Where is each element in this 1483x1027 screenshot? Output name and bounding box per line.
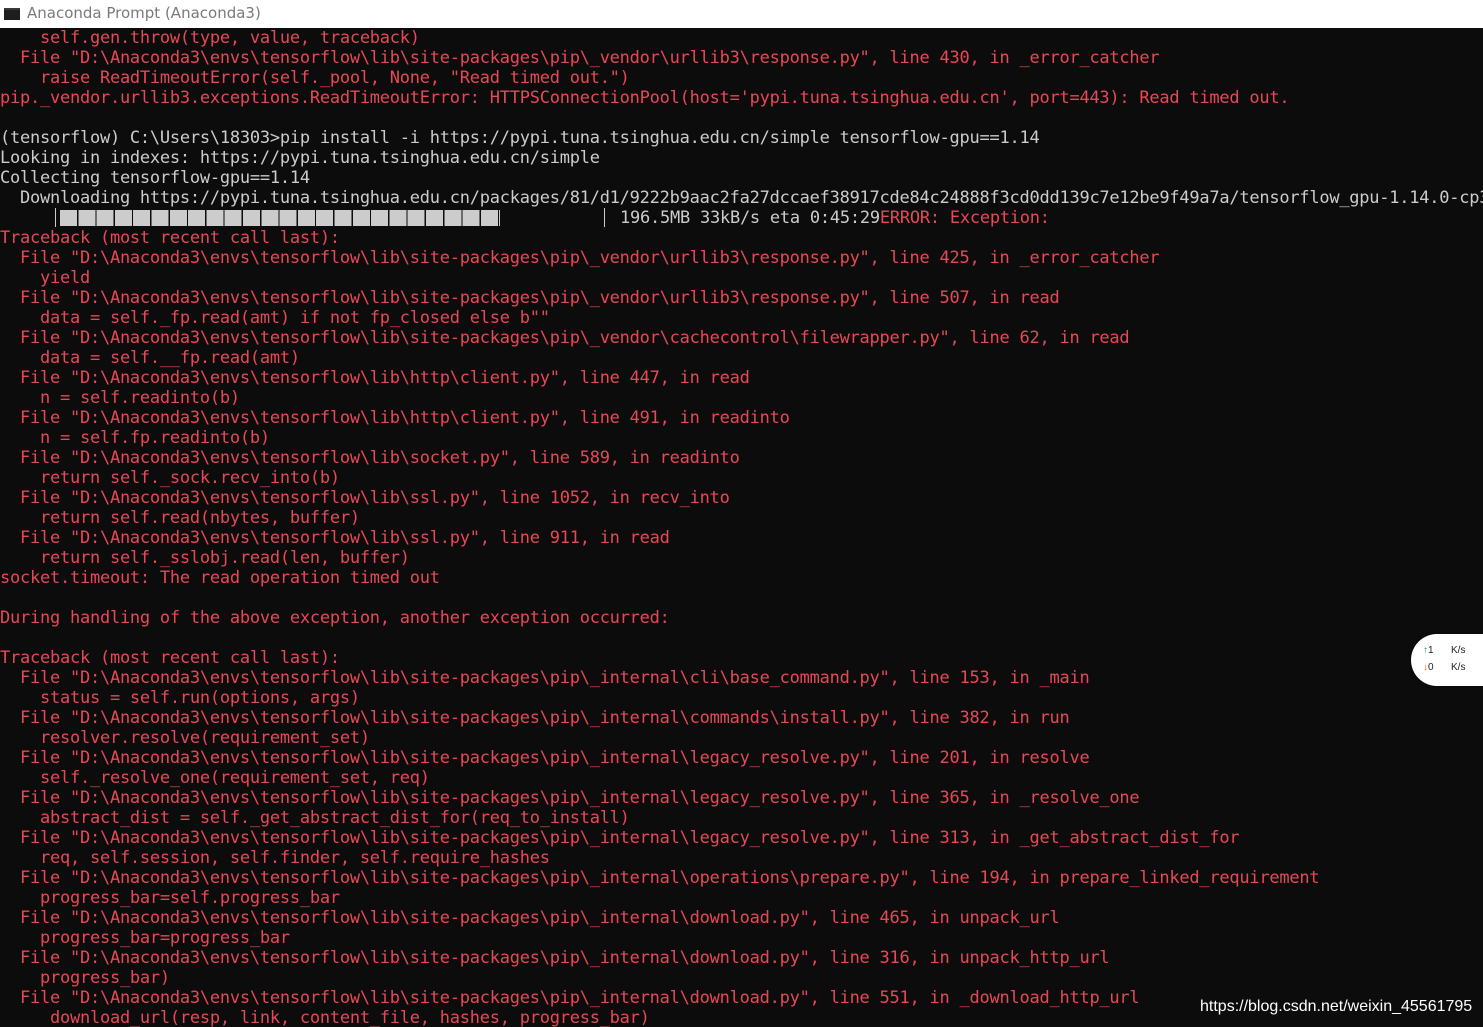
download-value: 0 xyxy=(1428,662,1434,673)
progress-bar-left-edge xyxy=(55,208,56,227)
console-line: abstract_dist = self._get_abstract_dist_… xyxy=(0,808,630,828)
console-line: req, self.session, self.finder, self.req… xyxy=(0,848,550,868)
console-line: File "D:\Anaconda3\envs\tensorflow\lib\s… xyxy=(0,908,1060,928)
console-line: Collecting tensorflow-gpu==1.14 xyxy=(0,168,310,188)
terminal-icon xyxy=(4,8,20,20)
console-line: return self.read(nbytes, buffer) xyxy=(0,508,360,528)
console-line: raise ReadTimeoutError(self._pool, None,… xyxy=(0,68,630,88)
console-line: data = self.__fp.read(amt) xyxy=(0,348,300,368)
console-line: return self._sslobj.read(len, buffer) xyxy=(0,548,410,568)
console-line: Traceback (most recent call last): xyxy=(0,648,340,668)
upload-value: 1 xyxy=(1428,645,1434,656)
console-line: Downloading https://pypi.tuna.tsinghua.e… xyxy=(19,188,1483,208)
console-line: File "D:\Anaconda3\envs\tensorflow\lib\s… xyxy=(0,668,1090,688)
network-speed-widget[interactable]: ↑1 K/s ↓0 K/s xyxy=(1411,634,1483,686)
console-line: File "D:\Anaconda3\envs\tensorflow\lib\s… xyxy=(0,488,730,508)
console-line: File "D:\Anaconda3\envs\tensorflow\lib\s… xyxy=(0,868,1320,888)
console-line: File "D:\Anaconda3\envs\tensorflow\lib\h… xyxy=(0,408,790,428)
window-title: Anaconda Prompt (Anaconda3) xyxy=(27,4,261,22)
console-line: progress_bar) xyxy=(0,968,170,988)
console-line: yield xyxy=(0,268,90,288)
console-line: File "D:\Anaconda3\envs\tensorflow\lib\s… xyxy=(0,48,1160,68)
watermark: https://blog.csdn.net/weixin_45561795 xyxy=(1200,998,1473,1015)
console-output[interactable]: 196.5MB 33kB/s eta 0:45:29ERROR: Excepti… xyxy=(0,28,1483,1027)
console-line: File "D:\Anaconda3\envs\tensorflow\lib\s… xyxy=(0,748,1090,768)
console-line: File "D:\Anaconda3\envs\tensorflow\lib\s… xyxy=(0,708,1070,728)
console-line: File "D:\Anaconda3\envs\tensorflow\lib\s… xyxy=(0,328,1130,348)
console-line: progress_bar=progress_bar xyxy=(0,928,290,948)
console-line: Looking in indexes: https://pypi.tuna.ts… xyxy=(0,148,600,168)
progress-bar-right-edge xyxy=(604,208,605,227)
console-line: File "D:\Anaconda3\envs\tensorflow\lib\s… xyxy=(0,288,1060,308)
progress-stats: 196.5MB 33kB/s eta 0:45:29 xyxy=(620,208,880,228)
console-line: pip._vendor.urllib3.exceptions.ReadTimeo… xyxy=(0,88,1290,108)
console-line: resolver.resolve(requirement_set) xyxy=(0,728,370,748)
console-line: File "D:\Anaconda3\envs\tensorflow\lib\s… xyxy=(0,448,740,468)
download-unit: K/s xyxy=(1451,662,1466,673)
console-line: File "D:\Anaconda3\envs\tensorflow\lib\s… xyxy=(0,248,1160,268)
console-line: download_url(resp, link, content_file, h… xyxy=(0,1008,650,1027)
console-line: File "D:\Anaconda3\envs\tensorflow\lib\s… xyxy=(0,988,1140,1008)
console-line: File "D:\Anaconda3\envs\tensorflow\lib\s… xyxy=(0,828,1240,848)
upload-speed: ↑1 K/s xyxy=(1423,645,1465,656)
console-line: status = self.run(options, args) xyxy=(0,688,360,708)
console-line: progress_bar=self.progress_bar xyxy=(0,888,340,908)
console-line: n = self.readinto(b) xyxy=(0,388,240,408)
console-line: n = self.fp.readinto(b) xyxy=(0,428,270,448)
console-line: self.gen.throw(type, value, traceback) xyxy=(0,28,420,48)
progress-error: ERROR: Exception: xyxy=(879,208,1050,228)
console-line: socket.timeout: The read operation timed… xyxy=(0,568,440,588)
console-line: (tensorflow) C:\Users\18303>pip install … xyxy=(0,128,1040,148)
console-line: self._resolve_one(requirement_set, req) xyxy=(0,768,430,788)
console-line: Traceback (most recent call last): xyxy=(0,228,340,248)
console-line: During handling of the above exception, … xyxy=(0,608,670,628)
console-line: File "D:\Anaconda3\envs\tensorflow\lib\s… xyxy=(0,788,1140,808)
download-speed: ↓0 K/s xyxy=(1423,662,1465,673)
console-line: File "D:\Anaconda3\envs\tensorflow\lib\s… xyxy=(0,948,1110,968)
console-line: data = self._fp.read(amt) if not fp_clos… xyxy=(0,308,550,328)
download-progress-bar xyxy=(60,210,500,226)
console-line: return self._sock.recv_into(b) xyxy=(0,468,340,488)
console-line: File "D:\Anaconda3\envs\tensorflow\lib\s… xyxy=(0,528,670,548)
progress-line: 196.5MB 33kB/s eta 0:45:29ERROR: Excepti… xyxy=(620,208,1050,228)
upload-unit: K/s xyxy=(1451,645,1466,656)
title-bar[interactable]: Anaconda Prompt (Anaconda3) xyxy=(0,0,1483,28)
console-line: File "D:\Anaconda3\envs\tensorflow\lib\h… xyxy=(0,368,750,388)
